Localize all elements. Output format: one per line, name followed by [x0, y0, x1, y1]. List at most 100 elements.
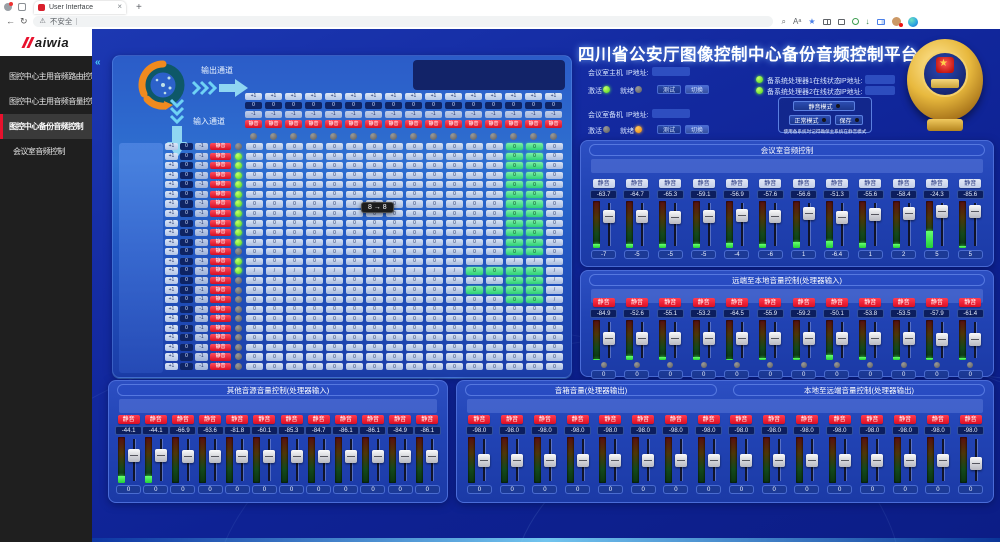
input-mute-button[interactable]: 静音: [210, 306, 231, 313]
gain-plus-button[interactable]: +1: [165, 325, 178, 332]
matrix-cell[interactable]: 0: [286, 200, 303, 207]
matrix-cell[interactable]: 0: [486, 334, 503, 341]
matrix-cell[interactable]: /: [346, 267, 363, 274]
gain-zero-button[interactable]: 0: [180, 172, 193, 179]
input-mute-button[interactable]: 静音: [210, 220, 231, 227]
matrix-cell[interactable]: 0: [366, 229, 383, 236]
matrix-cell[interactable]: 0: [346, 344, 363, 351]
channel-mute-button[interactable]: 静音: [362, 415, 384, 424]
matrix-cell[interactable]: 0: [286, 248, 303, 255]
volume-slider[interactable]: [970, 437, 982, 483]
split-screen-icon[interactable]: [823, 19, 831, 25]
matrix-cell[interactable]: 0: [286, 306, 303, 313]
browser-profile-icon[interactable]: [4, 3, 12, 11]
matrix-cell[interactable]: 0: [306, 162, 323, 169]
volume-slider[interactable]: [263, 437, 275, 483]
slider-handle[interactable]: [511, 454, 523, 467]
sidebar-item-backup-audio[interactable]: 图控中心备份音频控制: [0, 114, 92, 139]
matrix-cell[interactable]: 0: [466, 153, 483, 160]
volume-slider[interactable]: [182, 437, 194, 483]
input-mute-button[interactable]: 静音: [210, 353, 231, 360]
gain-plus-button[interactable]: +1: [165, 306, 178, 313]
channel-mute-button[interactable]: 静音: [726, 179, 748, 188]
matrix-cell[interactable]: 0: [466, 200, 483, 207]
matrix-cell[interactable]: 0: [426, 162, 443, 169]
gain-minus-button[interactable]: -1: [305, 111, 322, 118]
channel-mute-button[interactable]: 静音: [759, 179, 781, 188]
matrix-cell[interactable]: 0: [386, 248, 403, 255]
channel-mute-button[interactable]: 静音: [693, 298, 715, 307]
matrix-cell[interactable]: 0: [266, 191, 283, 198]
matrix-cell[interactable]: 0: [506, 286, 523, 293]
slider-handle[interactable]: [836, 332, 848, 345]
gain-minus-button[interactable]: -1: [405, 111, 422, 118]
matrix-cell[interactable]: 0: [386, 277, 403, 284]
output-mute-button[interactable]: 静音: [485, 120, 502, 128]
matrix-cell[interactable]: 0: [526, 296, 543, 303]
browser-tab[interactable]: User Interface ×: [34, 1, 126, 14]
matrix-cell[interactable]: 0: [466, 172, 483, 179]
matrix-cell[interactable]: /: [486, 258, 503, 265]
gain-plus-button[interactable]: +1: [165, 200, 178, 207]
matrix-cell[interactable]: 0: [286, 344, 303, 351]
matrix-cell[interactable]: 0: [346, 363, 363, 370]
matrix-cell[interactable]: 0: [526, 248, 543, 255]
matrix-cell[interactable]: 0: [366, 143, 383, 150]
matrix-cell[interactable]: 0: [506, 306, 523, 313]
gain-minus-button[interactable]: -1: [195, 277, 208, 284]
matrix-cell[interactable]: 0: [466, 191, 483, 198]
channel-mute-button[interactable]: 静音: [416, 415, 438, 424]
volume-slider[interactable]: [478, 437, 490, 483]
gain-zero-button[interactable]: 0: [505, 102, 522, 109]
host-test-button[interactable]: 测试: [657, 85, 681, 94]
matrix-cell[interactable]: /: [306, 267, 323, 274]
matrix-cell[interactable]: 0: [466, 220, 483, 227]
matrix-cell[interactable]: 0: [386, 181, 403, 188]
matrix-cell[interactable]: 0: [546, 162, 563, 169]
matrix-cell[interactable]: 0: [426, 200, 443, 207]
matrix-cell[interactable]: 0: [546, 172, 563, 179]
matrix-cell[interactable]: 0: [266, 239, 283, 246]
matrix-cell[interactable]: 0: [406, 172, 423, 179]
gain-zero-button[interactable]: 0: [445, 102, 462, 109]
channel-mute-button[interactable]: 静音: [726, 298, 748, 307]
matrix-cell[interactable]: 0: [246, 200, 263, 207]
gain-minus-button[interactable]: -1: [265, 111, 282, 118]
matrix-cell[interactable]: 0: [506, 315, 523, 322]
profile-avatar[interactable]: [892, 17, 901, 26]
gain-zero-button[interactable]: 0: [180, 143, 193, 150]
matrix-cell[interactable]: 0: [406, 344, 423, 351]
matrix-cell[interactable]: 0: [286, 353, 303, 360]
matrix-cell[interactable]: /: [506, 258, 523, 265]
volume-slider[interactable]: [544, 437, 556, 483]
matrix-cell[interactable]: 0: [326, 143, 343, 150]
input-mute-button[interactable]: 静音: [210, 181, 231, 188]
gain-zero-button[interactable]: 0: [525, 102, 542, 109]
save-button[interactable]: 保存: [835, 115, 863, 125]
channel-mute-button[interactable]: 静音: [859, 298, 881, 307]
gain-plus-button[interactable]: +1: [165, 248, 178, 255]
matrix-cell[interactable]: 0: [266, 200, 283, 207]
matrix-cell[interactable]: 0: [546, 191, 563, 198]
matrix-cell[interactable]: 0: [426, 153, 443, 160]
channel-mute-button[interactable]: 静音: [959, 298, 981, 307]
host-ip-field[interactable]: [652, 67, 690, 76]
volume-slider[interactable]: [426, 437, 438, 483]
matrix-cell[interactable]: 0: [366, 248, 383, 255]
gain-minus-button[interactable]: -1: [195, 239, 208, 246]
input-mute-button[interactable]: 静音: [210, 334, 231, 341]
matrix-cell[interactable]: 0: [426, 258, 443, 265]
matrix-cell[interactable]: 0: [246, 258, 263, 265]
gain-plus-button[interactable]: +1: [465, 93, 482, 100]
gain-plus-button[interactable]: +1: [385, 93, 402, 100]
input-mute-button[interactable]: 静音: [210, 286, 231, 293]
matrix-cell[interactable]: 0: [266, 210, 283, 217]
matrix-cell[interactable]: 0: [526, 267, 543, 274]
matrix-cell[interactable]: 0: [266, 286, 283, 293]
slider-handle[interactable]: [603, 210, 615, 223]
matrix-cell[interactable]: 0: [326, 210, 343, 217]
matrix-cell[interactable]: 0: [426, 353, 443, 360]
gain-plus-button[interactable]: +1: [165, 181, 178, 188]
gain-zero-button[interactable]: 0: [405, 102, 422, 109]
matrix-cell[interactable]: 0: [446, 286, 463, 293]
